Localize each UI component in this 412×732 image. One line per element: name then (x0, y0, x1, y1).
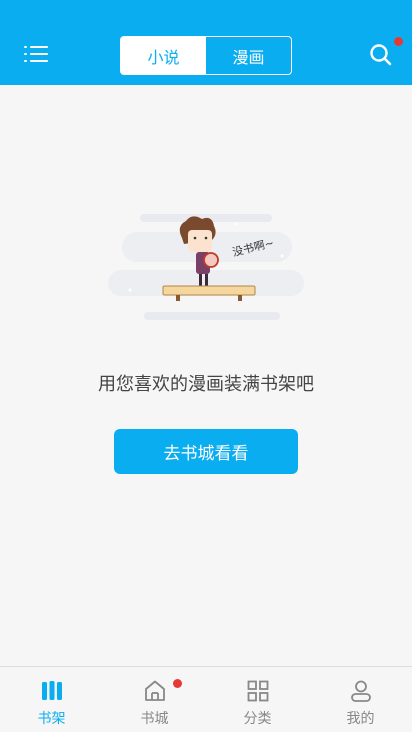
novel-comic-tab-switch: 小说 漫画 (120, 36, 292, 75)
empty-shelf-message: 用您喜欢的漫画装满书架吧 (98, 374, 314, 395)
go-to-bookstore-button[interactable]: 去书城看看 (114, 429, 298, 474)
top-bar: 小说 漫画 (0, 0, 412, 85)
nav-label-category: 分类 (243, 711, 272, 727)
search-badge-dot (394, 37, 403, 46)
nav-item-bookstore[interactable]: 书城 (103, 667, 206, 732)
nav-item-profile[interactable]: 我的 (309, 667, 412, 732)
home-icon (144, 680, 165, 701)
bookshelf-icon (41, 681, 62, 700)
nav-item-category[interactable]: 分类 (206, 667, 309, 732)
category-grid-icon (247, 680, 268, 702)
menu-list-icon[interactable] (24, 43, 50, 65)
nav-label-bookstore: 书城 (140, 711, 169, 727)
tab-comic[interactable]: 漫画 (206, 37, 291, 74)
profile-icon (350, 680, 371, 702)
bookstore-badge-dot (173, 679, 182, 688)
bottom-nav: 书架 书城 分类 我的 (0, 666, 412, 732)
tab-novel[interactable]: 小说 (121, 37, 206, 74)
empty-shelf-illustration: 没书啊~ (108, 214, 304, 320)
search-icon[interactable] (368, 42, 394, 68)
nav-label-bookshelf: 书架 (37, 711, 66, 727)
nav-label-profile: 我的 (346, 711, 375, 727)
nav-item-bookshelf[interactable]: 书架 (0, 667, 103, 732)
